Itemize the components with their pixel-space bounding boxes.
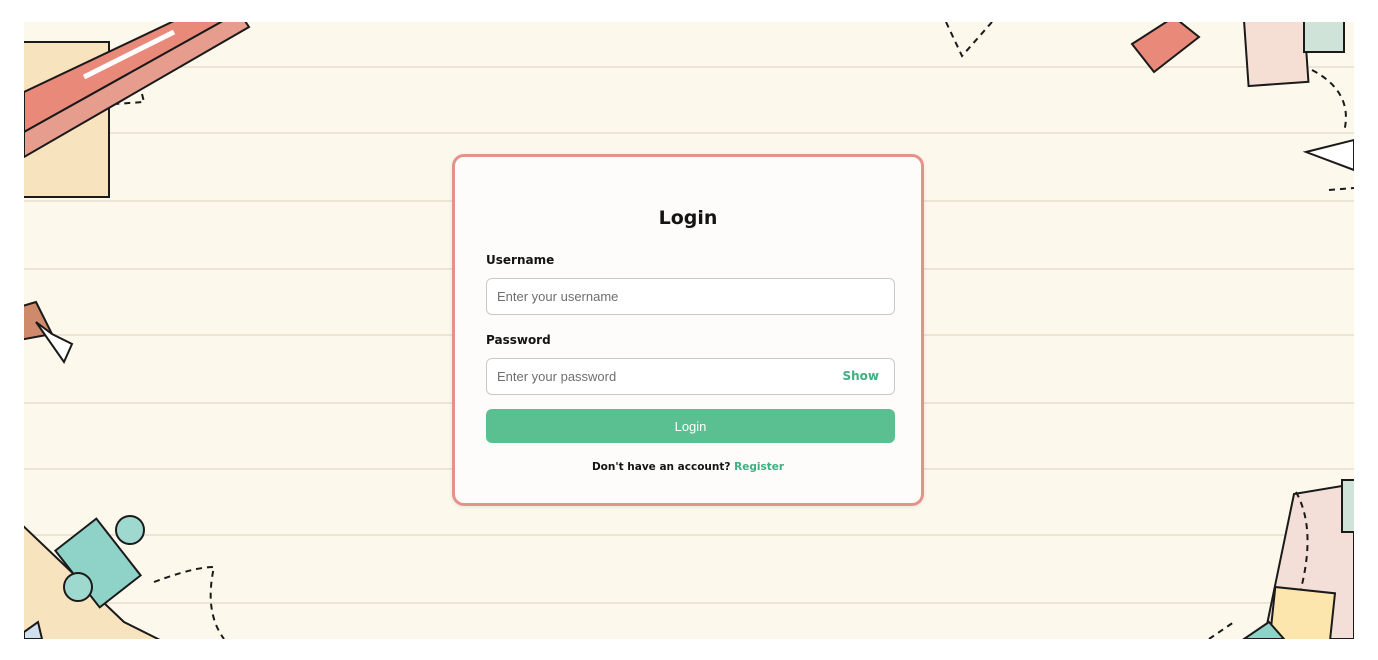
paper-plane-icon [1130, 22, 1354, 191]
login-button[interactable]: Login [486, 409, 895, 443]
geometric-shapes-icon [24, 515, 225, 639]
register-link[interactable]: Register [734, 461, 784, 473]
password-input[interactable] [497, 359, 837, 394]
login-title: Login [658, 207, 718, 229]
password-field: Show [486, 358, 895, 395]
pencil-icon [24, 22, 251, 198]
cut-paper-icon [1208, 479, 1354, 639]
register-prompt-text: Don't have an account? [591, 461, 731, 473]
page-background: Login Username Password Show Login Don't… [24, 22, 1354, 639]
pen-icon [24, 300, 74, 365]
show-password-button[interactable]: Show [842, 369, 879, 383]
username-input[interactable] [497, 279, 837, 314]
username-label: Username [486, 253, 555, 267]
scissors-cut-icon [945, 22, 993, 58]
login-card: Login Username Password Show Login Don't… [452, 154, 924, 506]
username-field [486, 278, 895, 315]
password-label: Password [486, 333, 551, 347]
register-prompt: Don't have an account? Register [455, 461, 921, 473]
